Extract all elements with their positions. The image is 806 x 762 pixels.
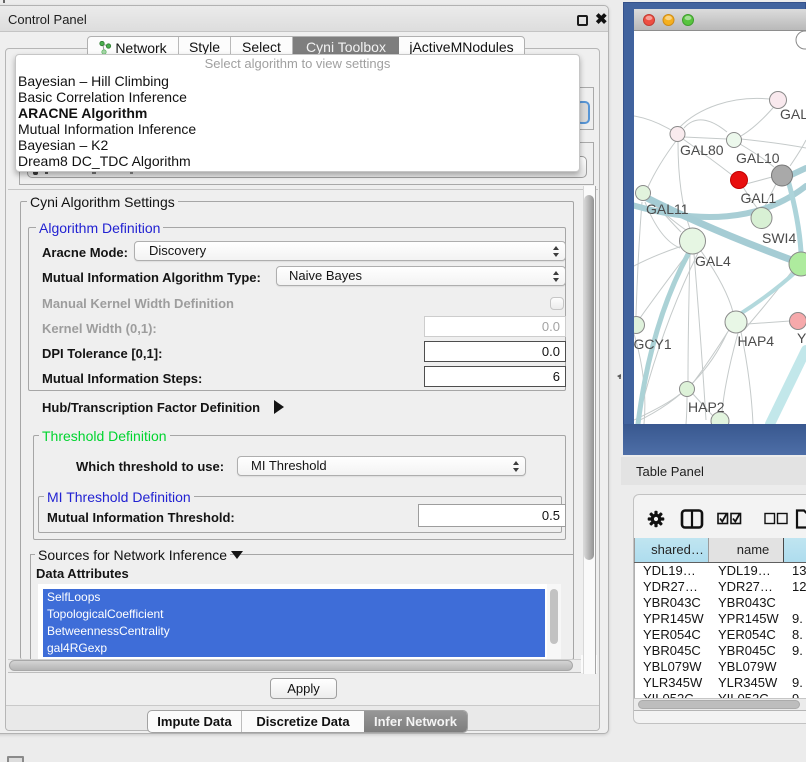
svg-text:SWI4: SWI4: [762, 230, 796, 246]
svg-text:GAL4: GAL4: [695, 253, 731, 269]
svg-text:GAL10: GAL10: [736, 150, 780, 166]
svg-text:HAP2: HAP2: [688, 399, 725, 415]
svg-text:GAL11: GAL11: [646, 201, 689, 217]
svg-text:GAL80: GAL80: [680, 142, 724, 158]
svg-text:GAL2: GAL2: [780, 106, 806, 122]
svg-text:Y: Y: [797, 330, 806, 346]
svg-text:GAL1: GAL1: [741, 190, 777, 206]
svg-text:HAP4: HAP4: [738, 333, 775, 349]
svg-text:GCY1: GCY1: [634, 336, 672, 352]
